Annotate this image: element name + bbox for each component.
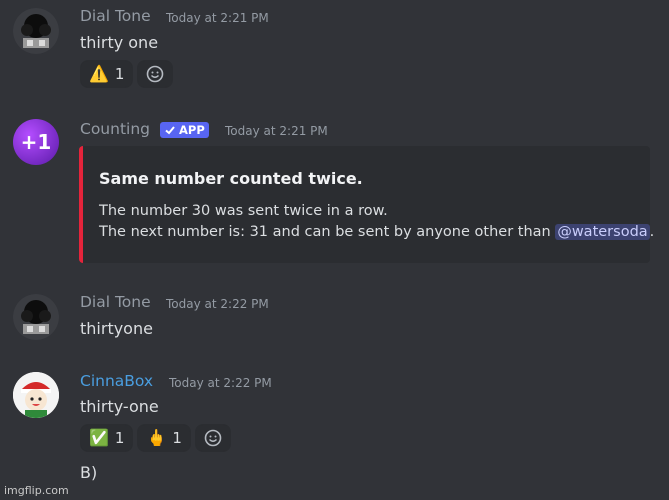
message-content: thirty one: [80, 33, 159, 52]
timestamp: Today at 2:22 PM: [169, 376, 272, 390]
reactions-bar: ✅ 1 🖕 1: [80, 424, 231, 452]
add-reaction-icon: [204, 429, 222, 447]
embed-card: Same number counted twice. The number 30…: [79, 146, 654, 263]
user-mention[interactable]: @watersoda: [555, 224, 650, 240]
timestamp: Today at 2:21 PM: [225, 124, 328, 138]
reaction-count: 1: [114, 429, 125, 447]
checkmark-icon: [165, 126, 175, 135]
reactions-bar: ⚠️ 1: [80, 60, 174, 88]
reaction-check[interactable]: ✅ 1: [80, 424, 134, 452]
warning-icon: ⚠️: [89, 64, 109, 83]
reaction-warning[interactable]: ⚠️ 1: [80, 60, 134, 88]
avatar-text: +1: [20, 130, 52, 154]
followup-message: B): [80, 463, 98, 482]
message-content: thirtyone: [80, 319, 153, 338]
embed-line-2-suffix: .: [649, 224, 655, 240]
avatar-dial-tone[interactable]: [13, 8, 59, 54]
add-reaction-button[interactable]: [137, 60, 174, 88]
add-reaction-button[interactable]: [194, 424, 231, 452]
author-name[interactable]: CinnaBox: [80, 372, 153, 390]
author-name[interactable]: Counting: [80, 120, 150, 138]
author-name[interactable]: Dial Tone: [80, 293, 151, 311]
badge-label: APP: [179, 123, 205, 137]
embed-title: Same number counted twice.: [99, 169, 363, 188]
avatar-counting[interactable]: +1: [13, 119, 59, 165]
reaction-middle-finger[interactable]: 🖕 1: [137, 424, 191, 452]
embed-line-2: The next number is: 31 and can be sent b…: [99, 224, 654, 240]
check-mark-icon: ✅: [89, 428, 109, 447]
author-name[interactable]: Dial Tone: [80, 7, 151, 25]
avatar-cinnabox[interactable]: [13, 372, 59, 418]
timestamp: Today at 2:22 PM: [166, 297, 269, 311]
timestamp: Today at 2:21 PM: [166, 11, 269, 25]
watermark: imgflip.com: [4, 484, 69, 497]
reaction-count: 1: [114, 65, 125, 83]
add-reaction-icon: [147, 65, 164, 83]
app-badge: APP: [160, 122, 209, 138]
message-content: thirty-one: [80, 397, 159, 416]
embed-line-2-text: The next number is: 31 and can be sent b…: [99, 224, 551, 240]
embed-line-1: The number 30 was sent twice in a row.: [99, 203, 388, 219]
middle-finger-icon: 🖕: [146, 428, 167, 447]
avatar-dial-tone[interactable]: [13, 294, 59, 340]
reaction-count: 1: [172, 429, 182, 447]
